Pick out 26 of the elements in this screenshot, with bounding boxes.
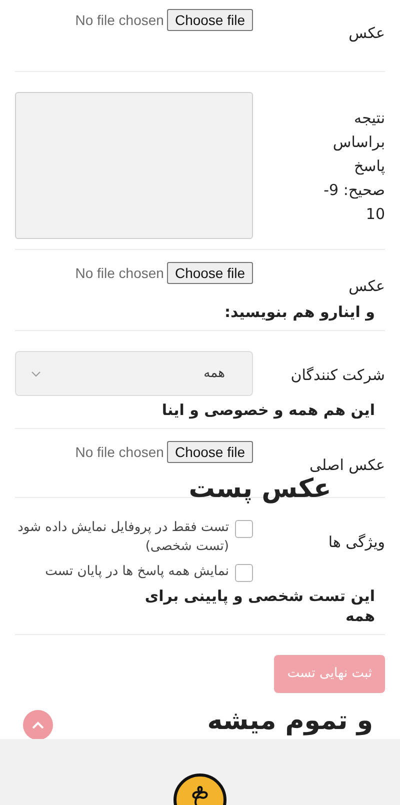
annotation-text: این هم همه و خصوصی و اینا (160, 400, 375, 420)
field-label: ویژگی ها (328, 533, 385, 551)
choose-file-button[interactable]: Choose file (166, 9, 253, 31)
scroll-top-button[interactable] (23, 710, 53, 740)
field-label: عکس (348, 277, 385, 295)
field-label: شرکت کنندگان (290, 366, 385, 384)
file-status: No file chosen (75, 10, 164, 30)
annotation-text: و اینارو هم بنویسید: (224, 302, 375, 322)
file-status: No file chosen (75, 442, 164, 462)
field-label: عکس اصلی (310, 456, 385, 474)
annotation-text: این تست شخصی و پایینی برای همه (144, 586, 375, 626)
choose-file-button[interactable]: Choose file (166, 262, 253, 284)
chevron-up-icon (32, 721, 44, 729)
chevron-down-icon (31, 370, 41, 376)
choose-file-button[interactable]: Choose file (166, 441, 253, 463)
field-label: نتیجه براساس پاسخ صحیح: 9-10 (323, 108, 385, 225)
text-area[interactable] (15, 92, 253, 239)
select-field[interactable]: همه (15, 351, 253, 396)
file-status: No file chosen (75, 264, 164, 282)
field-label: عکس (348, 24, 385, 42)
checkbox-label: نمایش همه پاسخ ها در پایان تست (45, 563, 229, 581)
annotation-text: عکس پست (188, 473, 332, 505)
annotation-text: و تموم میشه (207, 705, 373, 737)
checkbox-label: تست فقط در پروفایل نمایش داده شود (تست شخصی) (16, 519, 229, 556)
checkbox[interactable] (235, 520, 253, 538)
checkbox[interactable] (235, 564, 253, 582)
